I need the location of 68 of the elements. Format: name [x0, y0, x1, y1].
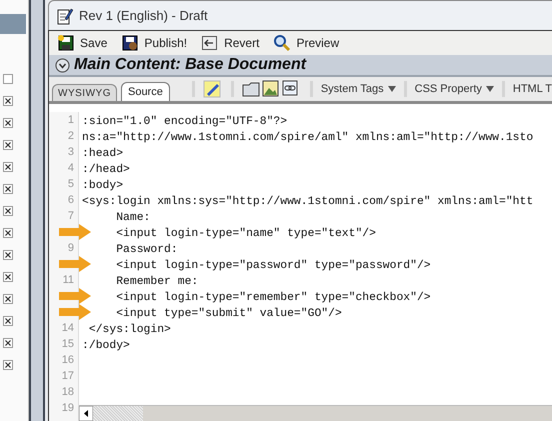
checkbox[interactable] [3, 140, 13, 150]
line-number: 5 [68, 177, 74, 192]
line-number: 3 [68, 145, 74, 160]
code-line: Remember me: [115, 276, 198, 288]
checkbox[interactable] [3, 250, 13, 260]
sidebar-header [0, 14, 26, 34]
line-number: 1 [68, 113, 74, 128]
checkbox[interactable] [3, 74, 13, 84]
checkbox[interactable] [3, 360, 13, 370]
line-number: 16 [62, 353, 74, 368]
splitter-bar[interactable] [29, 0, 46, 421]
code-line: Password: [115, 244, 178, 256]
link-icon[interactable] [282, 80, 300, 98]
code-line: :head> [82, 148, 124, 160]
code-line: :/body> [82, 340, 130, 352]
code-line: <input login-type="remember" type="checkbox"/> [115, 292, 431, 304]
dropdown-label[interactable]: HTML T [512, 80, 552, 98]
editor-tab[interactable]: WYSIWYG [52, 84, 117, 101]
scroll-left-icon[interactable] [79, 406, 94, 421]
checkbox[interactable] [3, 162, 13, 172]
picture-icon[interactable] [262, 80, 280, 98]
checkbox[interactable] [3, 228, 13, 238]
toolbar-button[interactable]: Publish! [121, 34, 188, 52]
code-line: :/head> [82, 164, 130, 176]
code-line: :body> [82, 180, 124, 192]
section-title: Main Content: Base Document [74, 55, 306, 75]
toolbar-button[interactable]: Revert [201, 34, 260, 52]
checkbox[interactable] [3, 184, 13, 194]
checkbox[interactable] [3, 206, 13, 216]
eraser-icon[interactable] [202, 80, 221, 98]
checkbox[interactable] [3, 338, 13, 348]
dropdown-button[interactable]: System Tags [320, 80, 396, 98]
line-number: 14 [62, 321, 74, 336]
line-number: 9 [68, 241, 74, 256]
checkbox[interactable] [3, 316, 13, 326]
dropdown-button[interactable]: CSS Property [414, 80, 494, 98]
checkbox[interactable] [3, 118, 13, 128]
code-line: ns:a="http://www.1stomni.com/spire/aml" xmlns:aml="http://www.1sto [82, 132, 534, 144]
line-number: 17 [62, 369, 74, 384]
line-number: 2 [68, 129, 74, 144]
line-number: 18 [62, 385, 74, 400]
code-line: <sys:login xmlns:sys="http://www.1stomni.com/spire" xmlns:aml="htt [82, 196, 534, 208]
collapse-chevron-icon[interactable] [55, 58, 70, 72]
checkbox[interactable] [3, 272, 13, 282]
toolbar-button[interactable]: Save [57, 34, 108, 52]
dropdown-caret-icon [388, 85, 396, 93]
line-number: 11 [62, 273, 74, 288]
code-line: :sion="1.0" encoding="UTF-8"?> [82, 116, 288, 128]
code-line: <input login-type="password" type="password"/> [115, 260, 431, 272]
magnifier-icon [273, 34, 292, 52]
folder-icon[interactable] [242, 80, 260, 98]
code-line: </sys:login> [88, 324, 171, 336]
checkbox[interactable] [3, 294, 13, 304]
horizontal-scrollbar[interactable] [79, 405, 552, 421]
editor-tab[interactable]: Source [120, 82, 170, 101]
code-line: Name: [115, 212, 150, 224]
window-title: Rev 1 (English) - Draft [79, 6, 208, 25]
line-number: 15 [62, 337, 74, 352]
dropdown-caret-icon [486, 85, 494, 93]
line-number: 4 [68, 161, 74, 176]
line-number: 7 [68, 209, 74, 224]
notepad-pencil-icon [57, 6, 74, 24]
code-line: <input login-type="name" type="text"/> [115, 228, 376, 240]
checkbox[interactable] [3, 96, 13, 106]
line-number: 19 [62, 401, 74, 416]
toolbar-button[interactable]: Preview [273, 34, 340, 52]
line-number: 6 [68, 193, 74, 208]
code-line: <input type="submit" value="GO"/> [115, 308, 342, 320]
